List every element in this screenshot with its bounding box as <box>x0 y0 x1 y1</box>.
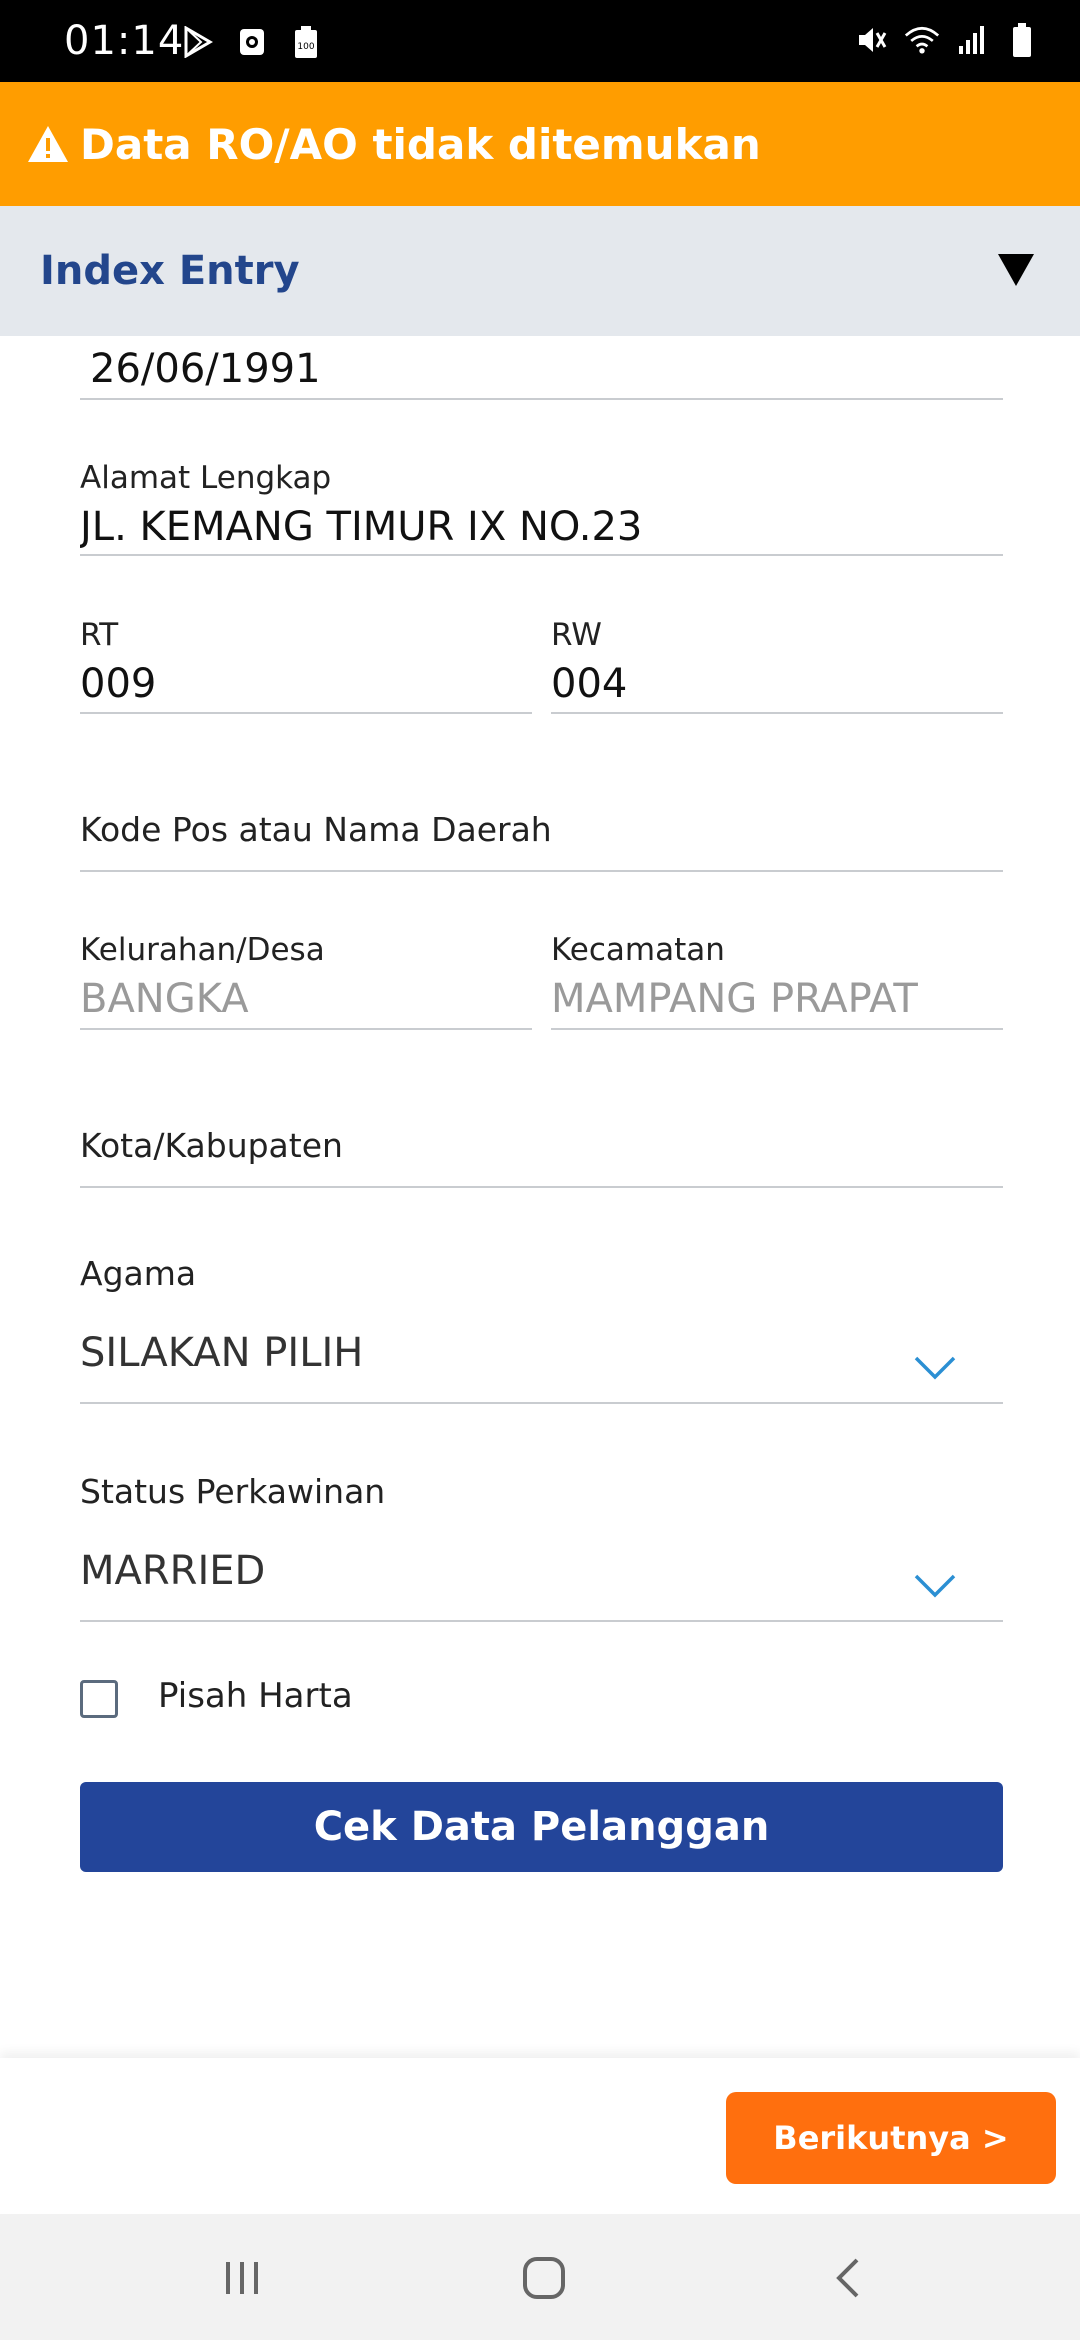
kelurahan-label: Kelurahan/Desa <box>80 932 325 968</box>
warning-banner: Data RO/AO tidak ditemukan <box>0 82 1080 206</box>
kecamatan-field: Kecamatan MAMPANG PRAPAT <box>551 932 1003 1030</box>
rt-label: RT <box>80 617 119 653</box>
play-store-icon <box>180 22 216 62</box>
check-customer-data-button[interactable]: Cek Data Pelanggan <box>80 1782 1003 1872</box>
status-icons-right <box>854 20 1040 60</box>
religion-underline <box>80 1402 1003 1404</box>
mute-icon <box>854 20 890 60</box>
rw-label: RW <box>551 617 602 653</box>
city-underline <box>80 1186 1003 1188</box>
rt-underline <box>80 712 532 714</box>
separate-property-checkbox[interactable] <box>80 1680 118 1718</box>
status-icons-left: 100 <box>180 22 324 62</box>
chevron-down-icon[interactable] <box>913 1354 957 1382</box>
religion-dropdown[interactable]: Agama SILAKAN PILIH <box>80 1250 1003 1404</box>
marital-status-value: MARRIED <box>80 1548 266 1594</box>
religion-label: Agama <box>80 1254 197 1293</box>
postal-code-underline <box>80 870 1003 872</box>
next-button[interactable]: Berikutnya > <box>726 2092 1056 2184</box>
marital-status-dropdown[interactable]: Status Perkawinan MARRIED <box>80 1468 1003 1622</box>
navigation-bar <box>0 2214 1080 2340</box>
warning-text: Data RO/AO tidak ditemukan <box>80 119 761 169</box>
back-icon[interactable] <box>818 2248 878 2308</box>
postal-code-field[interactable]: Kode Pos atau Nama Daerah <box>80 800 1003 872</box>
kelurahan-value: BANGKA <box>80 976 249 1022</box>
kecamatan-underline <box>551 1028 1003 1030</box>
status-time: 01:14 <box>64 18 185 64</box>
address-field[interactable]: Alamat Lengkap JL. KEMANG TIMUR IX NO.23 <box>80 460 1003 556</box>
battery-icon <box>1004 20 1040 60</box>
warning-icon <box>26 122 70 166</box>
footer: Berikutnya > <box>0 2058 1080 2214</box>
battery-100-icon: 100 <box>288 22 324 62</box>
rw-field[interactable]: RW 004 <box>551 617 1003 714</box>
address-value: JL. KEMANG TIMUR IX NO.23 <box>80 504 643 550</box>
screen-record-icon <box>234 22 270 62</box>
rw-value: 004 <box>551 661 628 707</box>
kelurahan-field: Kelurahan/Desa BANGKA <box>80 932 532 1030</box>
recent-apps-icon[interactable] <box>212 2248 272 2308</box>
section-header[interactable]: Index Entry <box>0 206 1080 336</box>
address-label: Alamat Lengkap <box>80 460 332 496</box>
address-underline <box>80 554 1003 556</box>
kecamatan-value: MAMPANG PRAPAT <box>551 976 918 1022</box>
birth-date-value: 26/06/1991 <box>90 346 321 392</box>
city-field[interactable]: Kota/Kabupaten <box>80 1116 1003 1188</box>
religion-value: SILAKAN PILIH <box>80 1330 364 1376</box>
svg-text:100: 100 <box>297 42 314 52</box>
chevron-down-icon[interactable] <box>913 1572 957 1600</box>
kelurahan-underline <box>80 1028 532 1030</box>
birth-date-field[interactable]: 26/06/1991 <box>80 336 1003 400</box>
separate-property-label[interactable]: Pisah Harta <box>158 1676 353 1716</box>
marital-status-label: Status Perkawinan <box>80 1472 386 1511</box>
section-title: Index Entry <box>40 248 300 294</box>
birth-date-underline <box>80 398 1003 400</box>
home-icon[interactable] <box>514 2248 574 2308</box>
marital-status-underline <box>80 1620 1003 1622</box>
status-bar: 01:14 100 <box>0 0 1080 82</box>
kecamatan-label: Kecamatan <box>551 932 725 968</box>
signal-icon <box>954 20 990 60</box>
city-label: Kota/Kabupaten <box>80 1126 343 1165</box>
rt-value: 009 <box>80 661 157 707</box>
rw-underline <box>551 712 1003 714</box>
rt-field[interactable]: RT 009 <box>80 617 532 714</box>
postal-code-label: Kode Pos atau Nama Daerah <box>80 810 552 849</box>
wifi-icon <box>904 20 940 60</box>
triangle-down-icon[interactable] <box>996 252 1036 288</box>
